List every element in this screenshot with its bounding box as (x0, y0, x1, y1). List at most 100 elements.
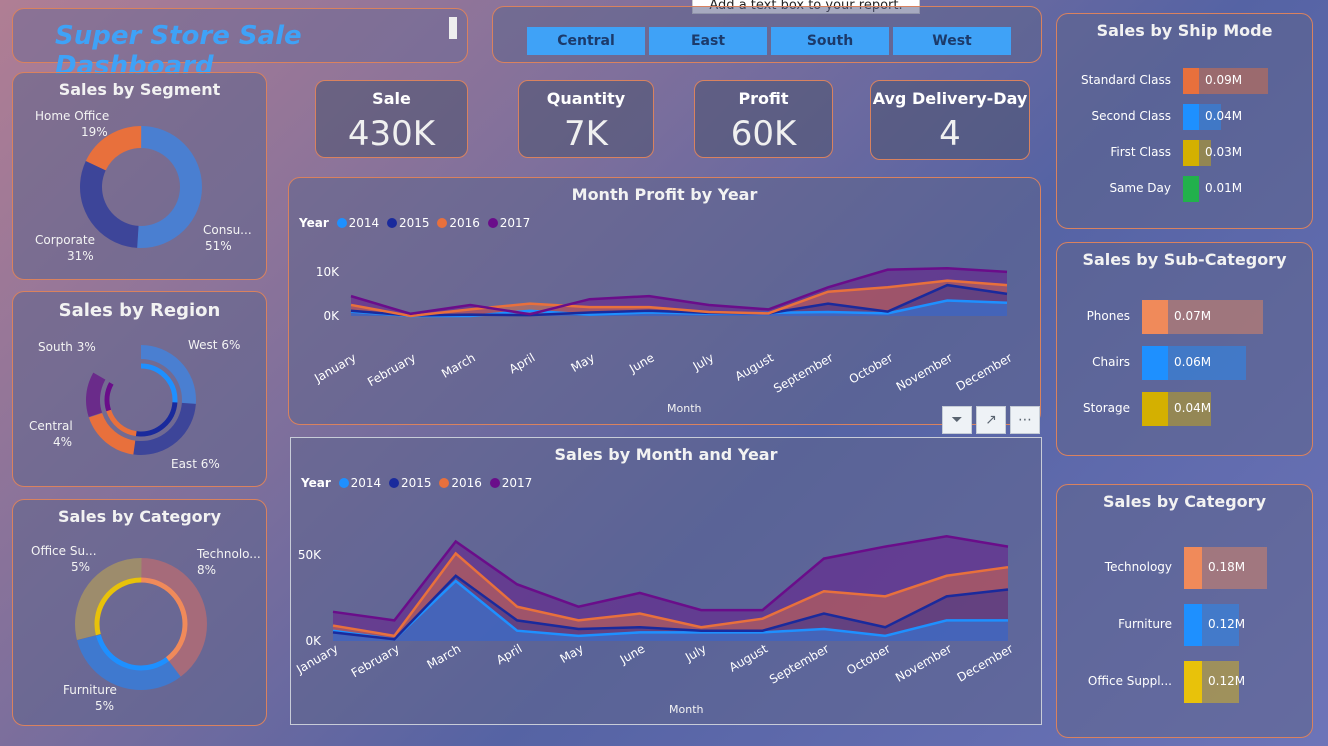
bar-label: First Class (1110, 145, 1171, 159)
bar-value: 0.06M (1174, 355, 1212, 369)
region-card: Sales by Region South 3% West 6% Central… (12, 291, 267, 487)
bar[interactable] (1142, 392, 1168, 426)
x-tick-label: May (569, 350, 597, 375)
region-slicer: Central East South West (492, 6, 1042, 63)
bar-value: 0.12M (1208, 617, 1246, 631)
x-tick-label: October (847, 350, 896, 386)
bar-value: 0.04M (1174, 401, 1212, 415)
kpi-value: 60K (730, 114, 797, 154)
category-bars-card: Sales by Category Technology 0.18M Furnitu… (1056, 484, 1313, 738)
bar-label: Same Day (1109, 181, 1171, 195)
card-title: Sales by Ship Mode (1096, 21, 1273, 40)
title-box: Super Store Sale Dashboard (12, 8, 468, 81)
kpi-label: Quantity (546, 89, 626, 108)
x-axis-title: Month (669, 703, 704, 716)
y-tick-label: 50K (298, 548, 322, 562)
bar-value: 0.04M (1205, 109, 1243, 123)
bar[interactable] (1142, 346, 1168, 380)
focus-mode-icon[interactable]: ↗ (976, 406, 1006, 434)
x-tick-label: April (494, 641, 525, 667)
bar-label: Standard Class (1081, 73, 1171, 87)
region-donut[interactable] (83, 342, 199, 458)
region-label-south: South 3% (38, 340, 96, 354)
region-label-east: East 6% (171, 457, 220, 471)
segment-label-corporate: Corporate (35, 233, 95, 247)
bar-value: 0.01M (1205, 181, 1243, 195)
kpi-label: Profit (738, 89, 789, 108)
x-tick-label: March (439, 350, 478, 380)
x-tick-label: June (626, 350, 657, 376)
x-axis-title: Month (667, 402, 702, 415)
slicer-central[interactable]: Central (527, 27, 645, 55)
bar[interactable] (1184, 604, 1202, 646)
x-tick-label: August (727, 641, 771, 674)
category-label-office: Office Su... (31, 544, 97, 558)
bar-label: Phones (1086, 309, 1130, 323)
category-pct-office: 5% (71, 560, 91, 574)
kpi-sale: Sale 430K (315, 80, 468, 158)
kpi-label: Sale (372, 89, 411, 108)
bar-value: 0.18M (1208, 560, 1246, 574)
x-tick-label: November (893, 641, 954, 684)
card-title: Sales by Region (58, 300, 221, 321)
x-tick-label: March (425, 641, 464, 671)
bar[interactable] (1184, 661, 1202, 703)
x-tick-label: September (771, 350, 835, 395)
x-tick-label: June (617, 641, 648, 667)
x-tick-label: May (557, 641, 585, 666)
sales-area-chart[interactable]: 50K0KJanuary February March April May June Jul… (291, 438, 1043, 726)
y-tick-label: 10K (316, 265, 340, 279)
bar[interactable] (1183, 140, 1199, 166)
x-tick-label: February (365, 350, 418, 389)
bar-value: 0.12M (1208, 674, 1246, 688)
profit-area-chart[interactable]: 10K 0K January February March April May June Jul… (289, 178, 1042, 426)
slicer-south[interactable]: South (771, 27, 889, 55)
category-donut[interactable] (73, 556, 209, 692)
x-tick-label: January (311, 350, 358, 385)
bar-label: Second Class (1091, 109, 1171, 123)
x-tick-label: October (844, 641, 893, 677)
bar[interactable] (1183, 104, 1199, 130)
x-tick-label: April (507, 350, 538, 376)
x-tick-label: December (955, 641, 1016, 684)
scroll-handle[interactable] (449, 17, 457, 39)
kpi-profit: Profit 60K (694, 80, 833, 158)
region-label-central: Central (29, 419, 73, 433)
x-tick-label: July (682, 641, 709, 664)
kpi-quantity: Quantity 7K (518, 80, 654, 158)
sales-chart-card[interactable]: Sales by Month and Year Year 2014 2015 2… (290, 437, 1042, 725)
bar-label: Furniture (1118, 617, 1172, 631)
segment-label-consumer: Consu... (203, 223, 252, 237)
bar[interactable] (1142, 300, 1168, 334)
y-tick-label: 0K (305, 634, 322, 648)
bar-value: 0.09M (1205, 73, 1243, 87)
kpi-value: 4 (939, 114, 961, 154)
bar[interactable] (1184, 547, 1202, 589)
segment-pct-home-office: 19% (81, 125, 108, 139)
bar[interactable] (1183, 68, 1199, 94)
category-pct-furniture: 5% (95, 699, 115, 713)
x-tick-label: February (349, 641, 402, 680)
region-label-west: West 6% (188, 338, 241, 352)
slicer-west[interactable]: West (893, 27, 1011, 55)
bar-value: 0.07M (1174, 309, 1212, 323)
filter-icon[interactable]: ⏷ (942, 406, 972, 434)
y-tick-label: 0K (323, 309, 340, 323)
region-pct-central: 4% (53, 435, 73, 449)
card-title: Sales by Segment (58, 80, 221, 99)
segment-pct-corporate: 31% (67, 249, 94, 263)
sub-category-card: Sales by Sub-Category Phones 0.07M Chairs 0… (1056, 242, 1313, 456)
bar-value: 0.03M (1205, 145, 1243, 159)
bar-label: Storage (1083, 401, 1130, 415)
card-title: Sales by Sub-Category (1082, 250, 1287, 269)
bar[interactable] (1183, 176, 1199, 202)
category-donut-card: Sales by Category Office Su... 5% Techno… (12, 499, 267, 726)
segment-label-home-office: Home Office (35, 109, 110, 123)
segment-donut[interactable] (79, 125, 203, 249)
x-tick-label: July (690, 350, 717, 373)
category-label-furniture: Furniture (63, 683, 117, 697)
more-options-icon[interactable]: ⋯ (1010, 406, 1040, 434)
slicer-east[interactable]: East (649, 27, 767, 55)
card-title: Sales by Category (57, 507, 221, 526)
bar-label: Office Suppl... (1087, 674, 1172, 688)
